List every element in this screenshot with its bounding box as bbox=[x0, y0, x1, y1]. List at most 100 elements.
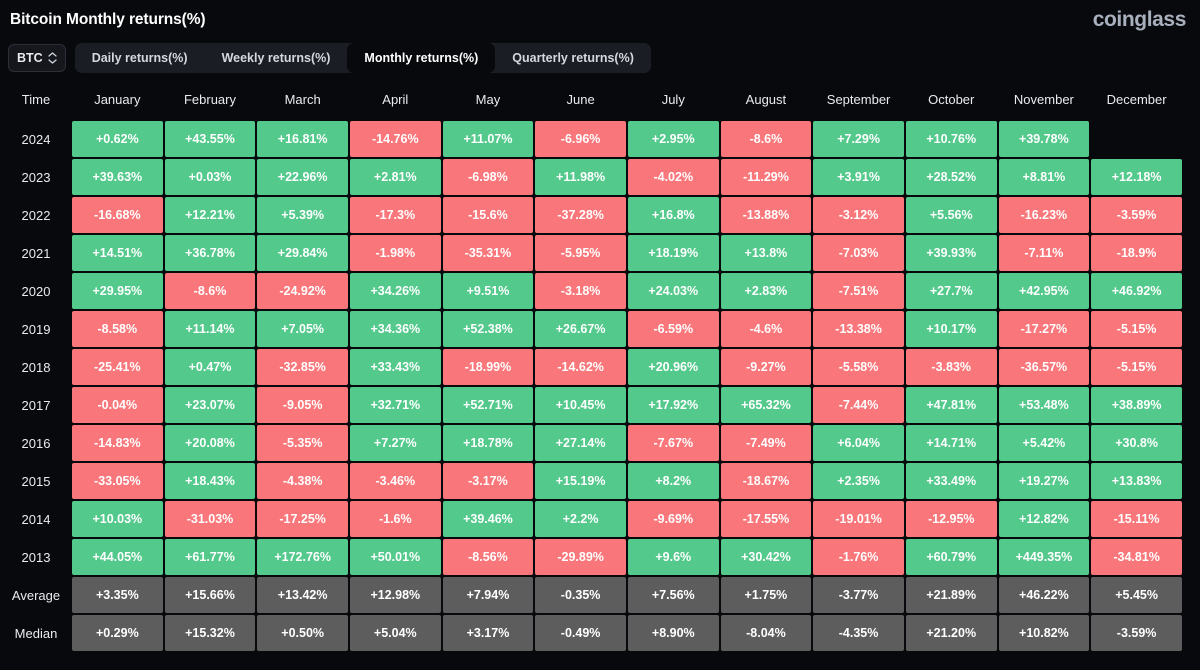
return-cell: +0.29% bbox=[72, 615, 163, 651]
return-cell: -3.12% bbox=[813, 197, 904, 233]
tab-monthly-returns[interactable]: Monthly returns(%) bbox=[347, 43, 496, 73]
return-cell: +7.94% bbox=[442, 577, 534, 613]
row-label-2014: 2014 bbox=[2, 501, 70, 537]
return-cell: -8.56% bbox=[442, 539, 534, 575]
row-label-2013: 2013 bbox=[2, 539, 70, 575]
return-cell: +20.08% bbox=[164, 425, 256, 461]
return-cell: +65.32% bbox=[720, 387, 812, 423]
row-label-2015: 2015 bbox=[2, 463, 70, 499]
return-cell: +38.89% bbox=[1091, 387, 1182, 423]
return-cell: -1.6% bbox=[349, 501, 441, 537]
return-cell: +30.42% bbox=[720, 539, 812, 575]
asset-selector-label: BTC bbox=[17, 51, 43, 65]
return-cell: +19.27% bbox=[998, 463, 1090, 499]
return-cell: +10.76% bbox=[905, 121, 997, 157]
return-cell: +0.47% bbox=[164, 349, 256, 385]
return-cell: -4.35% bbox=[813, 615, 904, 651]
tab-quarterly-returns[interactable]: Quarterly returns(%) bbox=[495, 43, 651, 73]
return-cell: -17.25% bbox=[257, 501, 348, 537]
return-cell: +12.21% bbox=[164, 197, 256, 233]
return-cell: +9.6% bbox=[627, 539, 719, 575]
return-cell: +20.96% bbox=[627, 349, 719, 385]
row-label-median: Median bbox=[2, 615, 70, 651]
return-cell: +10.45% bbox=[535, 387, 626, 423]
return-cell: -29.89% bbox=[535, 539, 626, 575]
return-cell: -6.98% bbox=[442, 159, 534, 195]
return-cell: -6.59% bbox=[627, 311, 719, 347]
row-label-2017: 2017 bbox=[2, 387, 70, 423]
table-row: 2023 +39.63% +0.03% +22.96% +2.81% -6.98% +11.… bbox=[2, 159, 1182, 195]
return-cell: -31.03% bbox=[164, 501, 256, 537]
return-cell: -4.38% bbox=[257, 463, 348, 499]
column-header-august: August bbox=[720, 83, 812, 119]
return-cell: -0.04% bbox=[72, 387, 163, 423]
row-label-2022: 2022 bbox=[2, 197, 70, 233]
return-cell: +32.71% bbox=[349, 387, 441, 423]
return-cell: +18.78% bbox=[442, 425, 534, 461]
return-cell: +5.45% bbox=[1091, 577, 1182, 613]
return-cell: +13.8% bbox=[720, 235, 812, 271]
return-cell: +46.22% bbox=[998, 577, 1090, 613]
return-cell: +7.29% bbox=[813, 121, 904, 157]
return-cell bbox=[1091, 121, 1182, 157]
return-cell: +449.35% bbox=[998, 539, 1090, 575]
return-cell: +33.49% bbox=[905, 463, 997, 499]
return-cell: +0.50% bbox=[257, 615, 348, 651]
return-cell: +0.03% bbox=[164, 159, 256, 195]
return-cell: +3.35% bbox=[72, 577, 163, 613]
return-cell: -17.27% bbox=[998, 311, 1090, 347]
column-header-december: December bbox=[1091, 83, 1182, 119]
return-cell: -8.58% bbox=[72, 311, 163, 347]
return-cell: -19.01% bbox=[813, 501, 904, 537]
table-row: 2024 +0.62% +43.55% +16.81% -14.76% +11.07% -6… bbox=[2, 121, 1182, 157]
return-cell: -3.77% bbox=[813, 577, 904, 613]
return-cell: +29.95% bbox=[72, 273, 163, 309]
return-cell: -4.02% bbox=[627, 159, 719, 195]
return-cell: -15.6% bbox=[442, 197, 534, 233]
return-cell: +27.7% bbox=[905, 273, 997, 309]
return-cell: -7.49% bbox=[720, 425, 812, 461]
column-header-september: September bbox=[813, 83, 904, 119]
return-cell: -33.05% bbox=[72, 463, 163, 499]
row-label-2019: 2019 bbox=[2, 311, 70, 347]
return-cell: -7.51% bbox=[813, 273, 904, 309]
return-cell: +18.43% bbox=[164, 463, 256, 499]
asset-selector[interactable]: BTC bbox=[8, 44, 66, 72]
return-cell: -7.67% bbox=[627, 425, 719, 461]
table-row: 2018 -25.41% +0.47% -32.85% +33.43% -18.99% -1… bbox=[2, 349, 1182, 385]
column-header-march: March bbox=[257, 83, 348, 119]
return-cell: +52.71% bbox=[442, 387, 534, 423]
return-cell: +28.52% bbox=[905, 159, 997, 195]
toolbar: BTC Daily returns(%) Weekly returns(%) Mon… bbox=[0, 34, 1200, 81]
column-header-october: October bbox=[905, 83, 997, 119]
return-cell: -8.6% bbox=[164, 273, 256, 309]
return-cell: -18.67% bbox=[720, 463, 812, 499]
coinglass-returns-page: Bitcoin Monthly returns(%) coinglass BTC… bbox=[0, 0, 1200, 670]
tab-weekly-returns[interactable]: Weekly returns(%) bbox=[205, 43, 348, 73]
return-cell: +23.07% bbox=[164, 387, 256, 423]
return-cell: +5.56% bbox=[905, 197, 997, 233]
return-cell: +2.35% bbox=[813, 463, 904, 499]
return-cell: -16.23% bbox=[998, 197, 1090, 233]
return-cell: +36.78% bbox=[164, 235, 256, 271]
row-label-2018: 2018 bbox=[2, 349, 70, 385]
column-header-november: November bbox=[998, 83, 1090, 119]
table-row: 2021 +14.51% +36.78% +29.84% -1.98% -35.31% -5… bbox=[2, 235, 1182, 271]
return-cell: +7.27% bbox=[349, 425, 441, 461]
return-cell: -8.6% bbox=[720, 121, 812, 157]
return-cell: -5.35% bbox=[257, 425, 348, 461]
return-cell: -13.88% bbox=[720, 197, 812, 233]
return-cell: +39.93% bbox=[905, 235, 997, 271]
table-row: Median +0.29% +15.32% +0.50% +5.04% +3.17% -0.… bbox=[2, 615, 1182, 651]
return-cell: -14.76% bbox=[349, 121, 441, 157]
return-cell: -4.6% bbox=[720, 311, 812, 347]
return-cell: +13.42% bbox=[257, 577, 348, 613]
return-cell: -7.11% bbox=[998, 235, 1090, 271]
return-cell: +15.19% bbox=[535, 463, 626, 499]
return-cell: +60.79% bbox=[905, 539, 997, 575]
return-cell: -16.68% bbox=[72, 197, 163, 233]
return-cell: +42.95% bbox=[998, 273, 1090, 309]
row-label-2023: 2023 bbox=[2, 159, 70, 195]
return-cell: +21.89% bbox=[905, 577, 997, 613]
tab-daily-returns[interactable]: Daily returns(%) bbox=[75, 43, 205, 73]
